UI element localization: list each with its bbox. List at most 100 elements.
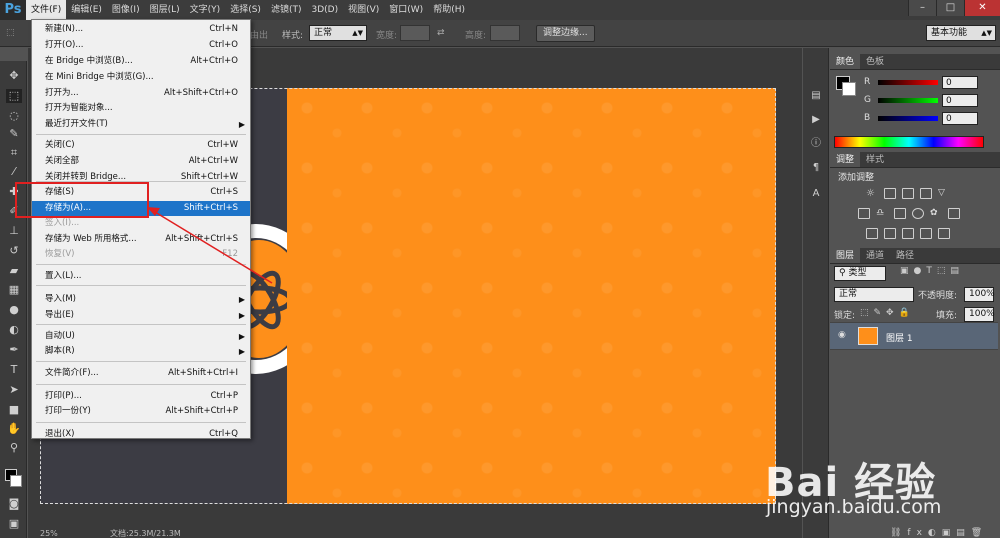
tab-swatches[interactable]: 色板 <box>860 54 890 69</box>
move-tool-icon[interactable]: ✥ <box>6 69 22 83</box>
channel-mixer-icon[interactable]: ✿ <box>930 208 942 219</box>
rect-marquee-tool-icon[interactable]: ⬚ <box>6 89 22 103</box>
slider-track-g[interactable] <box>878 98 938 103</box>
file-menu-item[interactable]: 打印(P)... Ctrl+P <box>32 389 250 404</box>
tab-color[interactable]: 颜色 <box>830 54 861 69</box>
file-menu-item[interactable]: 文件简介(F)... Alt+Shift+Ctrl+I <box>32 366 250 381</box>
file-menu-item[interactable]: 最近打开文件(T) ▶ <box>32 117 250 132</box>
menu-3d[interactable]: 3D(D) <box>306 0 343 20</box>
paragraph-icon[interactable]: ¶ <box>809 162 823 174</box>
file-menu-item[interactable]: 打开为智能对象... <box>32 101 250 116</box>
eraser-tool-icon[interactable]: ▰ <box>6 264 22 278</box>
menu-file[interactable]: 文件(F) <box>26 0 67 20</box>
clone-stamp-tool-icon[interactable]: ⊥ <box>6 224 22 238</box>
height-field[interactable] <box>490 25 520 41</box>
file-menu-item[interactable]: 脚本(R) ▶ <box>32 344 250 359</box>
value-field-b[interactable]: 0 <box>942 112 978 125</box>
file-menu-item[interactable]: 导出(E) ▶ <box>32 308 250 323</box>
file-menu-item[interactable]: 打开为... Alt+Shift+Ctrl+O <box>32 86 250 101</box>
style-select[interactable]: 正常 ▲▼ <box>309 25 367 41</box>
lasso-tool-icon[interactable]: ◌ <box>6 109 22 123</box>
file-menu-item[interactable]: 置入(L)... <box>32 269 250 284</box>
brightness-icon[interactable]: ☼ <box>866 188 878 199</box>
selective-color-icon[interactable] <box>938 228 950 239</box>
slider-track-b[interactable] <box>878 116 938 121</box>
black-white-icon[interactable] <box>894 208 906 219</box>
width-field[interactable] <box>400 25 430 41</box>
file-menu-item[interactable]: 退出(X) Ctrl+Q <box>32 427 250 442</box>
file-menu-item[interactable]: 自动(U) ▶ <box>32 329 250 344</box>
file-menu-item[interactable]: 存储为 Web 所用格式... Alt+Shift+Ctrl+S <box>32 232 250 247</box>
refine-edge-button[interactable]: 调整边缘... <box>536 25 595 42</box>
layer-kind-filter[interactable]: ⚲ 类型 <box>834 266 886 281</box>
workspace-select[interactable]: 基本功能 ▲▼ <box>926 25 996 41</box>
posterize-icon[interactable] <box>884 228 896 239</box>
background-color-swatch[interactable] <box>10 475 22 487</box>
value-field-g[interactable]: 0 <box>942 94 978 107</box>
file-menu-item[interactable]: 关闭(C) Ctrl+W <box>32 138 250 153</box>
marquee-tool-icon[interactable]: ⬚ <box>6 28 15 38</box>
character-icon[interactable]: A <box>809 188 823 200</box>
menu-image[interactable]: 图像(I) <box>107 0 145 20</box>
levels-icon[interactable] <box>884 188 896 199</box>
gradient-tool-icon[interactable]: ▦ <box>6 283 22 297</box>
info-icon[interactable]: ⓘ <box>809 138 823 150</box>
close-button[interactable]: ✕ <box>964 0 1000 16</box>
visibility-eye-icon[interactable]: ◉ <box>838 330 846 340</box>
crop-tool-icon[interactable]: ⌗ <box>6 146 22 160</box>
tab-channels[interactable]: 通道 <box>860 248 890 263</box>
file-menu-item[interactable]: 在 Bridge 中浏览(B)... Alt+Ctrl+O <box>32 54 250 69</box>
blend-mode-select[interactable]: 正常 <box>834 287 914 302</box>
file-menu-item[interactable]: 打开(O)... Ctrl+O <box>32 38 250 53</box>
menu-window[interactable]: 窗口(W) <box>384 0 428 20</box>
value-field-r[interactable]: 0 <box>942 76 978 89</box>
slider-r[interactable]: R 0 <box>834 76 998 90</box>
layer-footer-icons[interactable]: ⛓fx◐▣▤🗑 <box>890 528 988 538</box>
tab-paths[interactable]: 路径 <box>890 248 920 263</box>
slider-g[interactable]: G 0 <box>834 94 998 108</box>
minimize-button[interactable]: – <box>908 0 936 16</box>
slider-track-r[interactable] <box>878 80 938 85</box>
fill-field[interactable]: 100% <box>964 307 995 322</box>
file-menu-item[interactable]: 新建(N)... Ctrl+N <box>32 22 250 37</box>
file-menu-item[interactable]: 关闭全部 Alt+Ctrl+W <box>32 154 250 169</box>
layer-row[interactable]: ◉ 图层 1 <box>830 322 998 350</box>
tab-styles[interactable]: 样式 <box>860 152 890 167</box>
quick-select-tool-icon[interactable]: ✎ <box>6 127 22 141</box>
photo-filter-icon[interactable] <box>912 208 924 219</box>
history-brush-tool-icon[interactable]: ↺ <box>6 244 22 258</box>
gradient-map-icon[interactable] <box>920 228 932 239</box>
lock-icons[interactable]: ⬚✎✥🔒 <box>860 308 915 318</box>
menu-select[interactable]: 选择(S) <box>225 0 266 20</box>
quick-mask-icon[interactable]: ◙ <box>6 497 22 511</box>
color-spectrum[interactable] <box>834 136 984 148</box>
path-select-tool-icon[interactable]: ➤ <box>6 383 22 397</box>
tab-adjustments[interactable]: 调整 <box>830 152 861 167</box>
file-menu-item[interactable]: 在 Mini Bridge 中浏览(G)... <box>32 70 250 85</box>
menu-view[interactable]: 视图(V) <box>343 0 384 20</box>
dodge-tool-icon[interactable]: ◐ <box>6 323 22 337</box>
invert-icon[interactable] <box>866 228 878 239</box>
color-lookup-icon[interactable] <box>948 208 960 219</box>
zoom-tool-icon[interactable]: ⚲ <box>6 441 22 455</box>
menu-type[interactable]: 文字(Y) <box>185 0 226 20</box>
eyedropper-tool-icon[interactable]: ⁄ <box>6 165 22 179</box>
vibrance-icon[interactable]: ▽ <box>938 188 950 199</box>
blur-tool-icon[interactable]: ● <box>6 303 22 317</box>
layer-filter-icons[interactable]: ▣●T⬚▤ <box>900 266 964 276</box>
color-balance-icon[interactable]: ♎ <box>876 208 888 219</box>
menu-edit[interactable]: 编辑(E) <box>66 0 107 20</box>
rectangle-tool-icon[interactable]: ■ <box>6 403 22 417</box>
tab-layers[interactable]: 图层 <box>830 248 861 263</box>
swap-icon[interactable]: ⇄ <box>437 28 445 38</box>
opacity-field[interactable]: 100% <box>964 287 995 302</box>
zoom-readout[interactable]: 25% <box>40 530 58 538</box>
threshold-icon[interactable] <box>902 228 914 239</box>
hand-tool-icon[interactable]: ✋ <box>6 422 22 436</box>
pen-tool-icon[interactable]: ✒ <box>6 343 22 357</box>
file-menu-item[interactable]: 导入(M) ▶ <box>32 292 250 307</box>
actions-icon[interactable]: ▶ <box>809 114 823 126</box>
curves-icon[interactable] <box>902 188 914 199</box>
file-menu-item[interactable]: 打印一份(Y) Alt+Shift+Ctrl+P <box>32 404 250 419</box>
menu-filter[interactable]: 滤镜(T) <box>266 0 307 20</box>
